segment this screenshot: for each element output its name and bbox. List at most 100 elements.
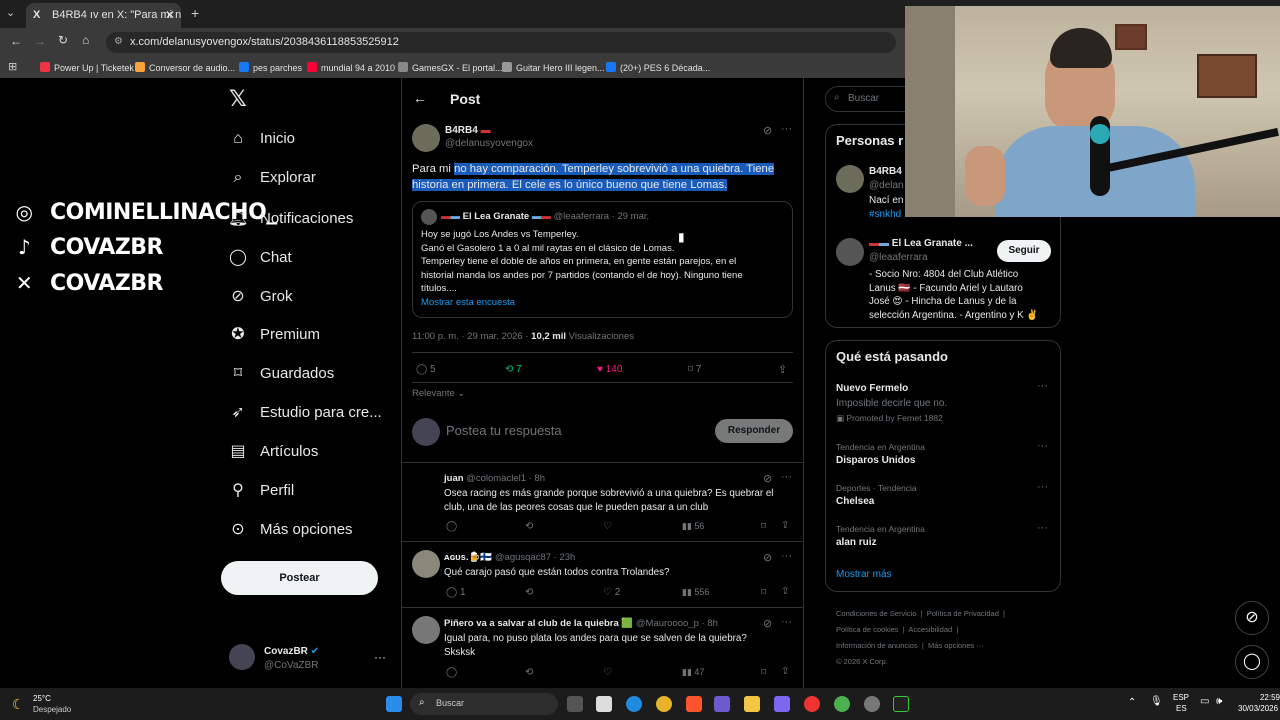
views-action[interactable]: ▮▮ 56 [682,521,704,532]
reply-button[interactable]: Responder [715,419,793,443]
store-icon[interactable] [596,696,612,712]
app-icon[interactable] [804,696,820,712]
nav-creator-studio[interactable]: ➶ Estudio para cre... [228,402,381,422]
suggested-user-name[interactable]: B4RB4 [869,166,902,177]
bookmark-item[interactable]: pes parches [239,62,302,73]
reply-author[interactable]: Piñero va a salvar al club de la quiebra… [444,618,718,629]
more-icon[interactable]: ··· [1037,440,1048,452]
keyboard-layout[interactable]: ES [1176,704,1187,713]
grok-fab-icon[interactable]: ⊘ [1235,601,1269,635]
share-icon[interactable]: ⇪ [778,363,787,376]
mic-icon[interactable]: 🎙︎ [1150,696,1163,707]
like-action[interactable]: ♥ 140 [597,364,622,375]
trend-name[interactable]: Disparos Unidos [836,455,915,466]
more-icon[interactable]: ··· [781,471,792,483]
reply-author[interactable]: juan @colomaclel1 · 8h [444,473,545,484]
suggested-user-handle[interactable]: @delan [869,180,904,191]
like-action[interactable]: ♡ 2 [603,587,620,598]
trend-name[interactable]: Nuevo Fermelo [836,383,908,394]
nav-more[interactable]: ⊙ Más opciones [228,519,352,539]
avatar[interactable] [412,550,440,578]
grok-icon[interactable]: ⊘ [763,617,772,630]
show-more-link[interactable]: Mostrar más [836,569,892,580]
bookmark-action[interactable]: ⌑ 7 [688,364,701,375]
more-icon[interactable]: ··· [781,550,792,562]
nav-chat[interactable]: ◯ Chat [228,247,292,267]
grok-icon[interactable]: ⊘ [763,551,772,564]
reply-input[interactable]: Postea tu respuesta [446,423,562,438]
taskbar-search[interactable]: ⌕ Buscar [410,693,558,715]
repost-action[interactable]: ⟲ [525,667,533,678]
tray-chevron-icon[interactable]: ⌃ [1128,697,1136,708]
repost-action[interactable]: ⟲ [525,521,533,532]
grok-icon[interactable]: ⊘ [763,472,772,485]
footer-links[interactable]: Condiciones de Servicio | Política de Pr… [836,606,1005,670]
nav-grok[interactable]: ⊘ Grok [228,286,292,306]
app-icon[interactable] [774,696,790,712]
reply-action[interactable]: ◯ 5 [416,364,436,375]
bookmark-item[interactable]: GamesGX - El portal... [398,62,503,73]
weather-icon[interactable]: ☾ [12,696,25,713]
share-icon[interactable]: ⇪ [781,586,789,597]
views-action[interactable]: ▮▮ 556 [682,587,709,598]
start-icon[interactable] [386,696,402,712]
brave-icon[interactable] [686,696,702,712]
like-action[interactable]: ♡ [603,521,612,532]
tab-list-icon[interactable]: ⌄ [6,6,15,19]
nav-premium[interactable]: ✪ Premium [228,324,320,344]
apps-icon[interactable]: ⊞ [8,60,17,73]
post-author[interactable]: B4RB4 ▬ [445,125,491,136]
nav-home[interactable]: ⌂ Inicio [228,130,295,148]
bookmark-item[interactable]: mundial 94 a 2010 [307,62,395,73]
more-icon[interactable]: ··· [781,616,792,628]
bookmark-icon[interactable]: ⌑ [761,667,766,678]
nav-bookmarks[interactable]: ⌑ Guardados [228,363,334,383]
repost-action[interactable]: ⟲ 7 [505,364,522,375]
suggested-user-hashtag[interactable]: #snkhd [869,209,901,220]
close-tab-icon[interactable]: ✕ [165,8,175,22]
app-icon[interactable] [864,696,880,712]
language-code[interactable]: ESP [1173,693,1189,702]
file-explorer-icon[interactable] [744,696,760,712]
more-icon[interactable]: ··· [1037,522,1048,534]
avatar[interactable] [412,472,440,500]
post-handle[interactable]: @delanusyovengox [445,138,533,149]
app-icon[interactable] [893,696,909,712]
post-button[interactable]: Postear [221,561,378,595]
address-bar[interactable]: ⚙ x.com/delanusyovengox/status/203843611… [106,32,896,53]
site-info-icon[interactable]: ⚙ [114,36,123,47]
home-icon[interactable]: ⌂ [82,33,89,47]
x-logo-icon[interactable]: 𝕏 [229,86,247,112]
bookmark-item[interactable]: Conversor de audio... [135,62,235,73]
reply-action[interactable]: ◯ 1 [446,587,466,598]
forward-icon[interactable]: → [34,34,46,48]
nav-profile[interactable]: ⚲ Perfil [228,480,294,500]
chrome-active-icon[interactable] [834,696,850,712]
trend-name[interactable]: Chelsea [836,496,874,507]
bookmark-item[interactable]: Power Up | Ticketek [40,62,134,73]
avatar[interactable] [412,124,440,152]
trend-name[interactable]: alan ruiz [836,537,877,548]
reply-author[interactable]: ᴀɢᴜs.🍺🇫🇮 @agusqac87 · 23h [444,552,575,563]
views-action[interactable]: ▮▮ 47 [682,667,704,678]
nav-articles[interactable]: ▤ Artículos [228,441,318,461]
avatar[interactable] [836,165,864,193]
messages-fab-icon[interactable]: ◯ [1235,645,1269,679]
bookmark-icon[interactable]: ⌑ [761,587,766,598]
avatar[interactable] [836,238,864,266]
nav-explore[interactable]: ⌕ Explorar [228,169,316,187]
task-view-icon[interactable] [567,696,583,712]
nav-notifications[interactable]: 🔔︎ Notificaciones [228,208,353,228]
share-icon[interactable]: ⇪ [781,520,789,531]
back-arrow-icon[interactable]: ← [413,90,427,106]
repost-action[interactable]: ⟲ [525,587,533,598]
suggested-user-handle[interactable]: @leaaferrara [869,252,928,263]
weather-temp[interactable]: 25°C [33,694,51,703]
clock-date[interactable]: 30/03/2026 [1238,704,1278,713]
volume-icon[interactable]: 🕪︎ [1216,696,1222,707]
clock-time[interactable]: 22:59 [1240,693,1280,702]
new-tab-icon[interactable]: + [191,5,199,21]
show-poll-link[interactable]: Mostrar esta encuesta [421,297,515,308]
weather-desc[interactable]: Despejado [33,705,71,714]
like-action[interactable]: ♡ [603,667,612,678]
